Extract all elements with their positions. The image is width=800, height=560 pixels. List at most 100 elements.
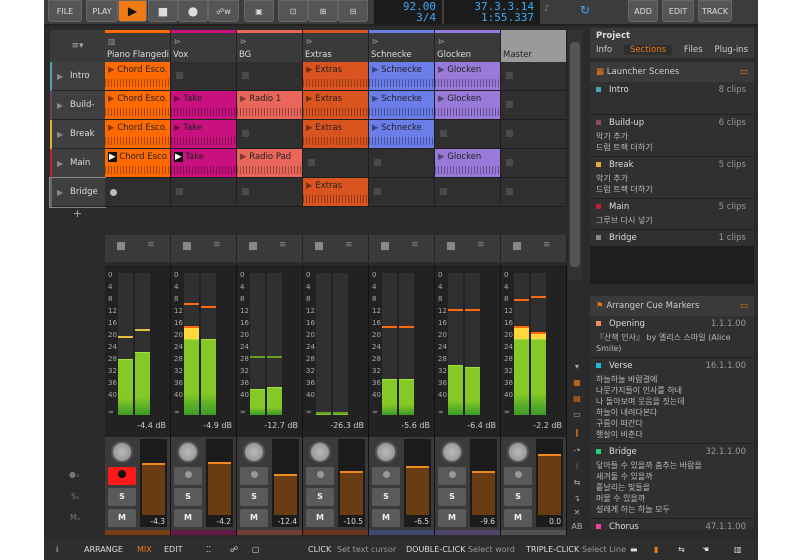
stop-button[interactable]: ■: [148, 0, 178, 22]
sections-icon[interactable]: ▤: [570, 394, 584, 407]
record-arm-button[interactable]: [438, 467, 466, 485]
time-signature[interactable]: 3/4: [374, 12, 436, 23]
clip-menu-icon[interactable]: ≡: [345, 240, 353, 250]
empty-clip-slot[interactable]: [171, 178, 237, 207]
stop-clip-icon[interactable]: [381, 242, 389, 250]
sends-icon[interactable]: ⁝: [570, 462, 584, 475]
solo-button[interactable]: S: [240, 488, 268, 506]
track-list-menu-icon[interactable]: ≡▾: [50, 30, 105, 62]
clip[interactable]: ▶ Extras: [303, 91, 369, 120]
record-arm-button[interactable]: [174, 467, 202, 485]
add-icon[interactable]: ⊞: [308, 0, 338, 22]
project-icon[interactable]: ▮: [654, 540, 658, 560]
clip[interactable]: ▶ Radio 1: [237, 91, 303, 120]
empty-clip-slot[interactable]: [303, 149, 369, 178]
empty-clip-slot[interactable]: [237, 120, 303, 149]
mixer-settings-icon[interactable]: ⇆: [678, 540, 685, 560]
empty-clip-slot[interactable]: [237, 62, 303, 91]
clip-play-icon[interactable]: ▶: [306, 65, 313, 75]
cue-marker[interactable]: Verse 16.1.1.00 하늘하늘 바람결에 나뭇가지들이 인사를 하네 나 …: [590, 358, 754, 444]
clip-play-icon[interactable]: ▶: [174, 123, 181, 133]
loop-icon[interactable]: ↻: [580, 3, 590, 17]
eq-icon[interactable]: ⇆: [570, 478, 584, 491]
volume-fader[interactable]: -6.5: [404, 439, 431, 527]
volume-fader[interactable]: -4.3: [140, 439, 167, 527]
record-arm-button[interactable]: [372, 467, 400, 485]
clip-play-icon[interactable]: ▶: [372, 65, 379, 75]
pan-knob[interactable]: [375, 441, 397, 463]
stop-slot-icon[interactable]: [506, 72, 513, 79]
layout-icon[interactable]: ⁚⁚: [206, 540, 211, 560]
browser-icon[interactable]: ▬: [630, 540, 638, 560]
record-arm-button[interactable]: [108, 467, 136, 485]
mute-button[interactable]: M: [240, 509, 268, 527]
mute-button[interactable]: M: [372, 509, 400, 527]
empty-clip-slot[interactable]: [369, 178, 435, 207]
play-button[interactable]: ▶: [118, 0, 147, 22]
punch-icon[interactable]: ▣: [244, 0, 274, 22]
playing-icon[interactable]: ▶: [174, 152, 183, 162]
mute-button[interactable]: M: [504, 509, 532, 527]
volume-fader[interactable]: 0.0: [536, 439, 563, 527]
record-arm-button[interactable]: [240, 467, 268, 485]
stop-clip-icon[interactable]: [315, 242, 323, 250]
empty-clip-slot[interactable]: [369, 149, 435, 178]
clip-play-icon[interactable]: ▶: [438, 152, 445, 162]
solo-button[interactable]: S: [372, 488, 400, 506]
clip[interactable]: ▶ Extras: [303, 62, 369, 91]
stop-clip-icon[interactable]: [513, 242, 521, 250]
volume-fader[interactable]: -9.6: [470, 439, 497, 527]
clip-play-icon[interactable]: ▶: [306, 94, 313, 104]
clip-menu-icon[interactable]: ≡: [543, 240, 551, 250]
launcher-scene[interactable]: Main 5 clips 그루브 다시 넣기: [590, 199, 754, 230]
stop-slot-icon[interactable]: [440, 130, 447, 137]
solo-button[interactable]: S: [108, 488, 136, 506]
meters-icon[interactable]: ∥: [570, 428, 584, 441]
clip[interactable]: ▶ Extras: [303, 120, 369, 149]
launcher-scene[interactable]: Build-up 6 clips 악기 추가 드럼 트랙 더하기: [590, 115, 754, 157]
stop-slot-icon[interactable]: [506, 130, 513, 137]
clip-play-icon[interactable]: ▶: [240, 94, 247, 104]
automation-write-icon[interactable]: ☍w: [208, 0, 239, 22]
stop-slot-icon[interactable]: [242, 130, 249, 137]
clip-play-icon[interactable]: ▶: [438, 65, 445, 75]
pan-knob[interactable]: [177, 441, 199, 463]
track-header[interactable]: ♛ Master: [501, 30, 567, 62]
clip[interactable]: ▶ Take: [171, 149, 237, 178]
solo-button[interactable]: S: [438, 488, 466, 506]
clip[interactable]: ▶ Radio Pad: [237, 149, 303, 178]
empty-clip-slot[interactable]: [501, 120, 567, 149]
crossfade-icon[interactable]: ↴: [570, 494, 584, 507]
clip-menu-icon[interactable]: ≡: [411, 240, 419, 250]
clip-play-icon[interactable]: ▶: [174, 94, 181, 104]
track-header[interactable]: ⊳ Glocken: [435, 30, 501, 62]
track-header[interactable]: ▥ Piano Flangedi...: [105, 30, 171, 62]
launcher-scene[interactable]: Break 5 clips 악기 추가 드럼 트랙 더하기: [590, 157, 754, 199]
clip[interactable]: ▶ Chord Esco...: [105, 91, 171, 120]
add-button[interactable]: ADD: [628, 0, 658, 22]
clip-launcher-icon[interactable]: ▦: [570, 378, 584, 391]
clip-menu-icon[interactable]: ≡: [147, 240, 155, 250]
comment-icon[interactable]: ▭: [740, 296, 748, 316]
empty-clip-slot[interactable]: [501, 62, 567, 91]
tab-sections[interactable]: Sections: [624, 45, 673, 55]
empty-clip-slot[interactable]: [105, 178, 171, 207]
empty-clip-slot[interactable]: [501, 178, 567, 207]
file-menu-button[interactable]: FILE: [48, 0, 82, 22]
record-arm-button[interactable]: [306, 467, 334, 485]
clip[interactable]: ▶ Schnecke: [369, 120, 435, 149]
stop-slot-icon[interactable]: [308, 159, 315, 166]
clip[interactable]: ▶ Glocken: [435, 62, 501, 91]
tab-files[interactable]: Files: [684, 45, 703, 55]
stop-slot-icon[interactable]: [176, 188, 183, 195]
grid-icon[interactable]: ⊟: [338, 0, 368, 22]
solo-button[interactable]: S: [504, 488, 532, 506]
track-header[interactable]: ⊳ Extras: [303, 30, 369, 62]
pan-knob[interactable]: [243, 441, 265, 463]
scene-launch-button[interactable]: ▶ Intro: [50, 62, 105, 91]
window-icon[interactable]: ▢: [252, 540, 260, 560]
clip[interactable]: ▶ Chord Esco...: [105, 149, 171, 178]
clip-play-icon[interactable]: ▶: [372, 94, 379, 104]
volume-fader[interactable]: -10.5: [338, 439, 365, 527]
position-display[interactable]: 37.3.3.14 1:55.337: [444, 0, 540, 24]
